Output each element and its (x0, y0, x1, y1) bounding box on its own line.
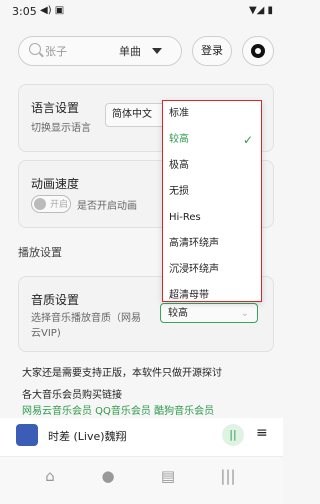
notice-line-2: 各大音乐会员购买链接 (22, 390, 122, 401)
notice-line-1: 大家还是需要支持正版，本软件只做开源探讨 (22, 368, 222, 379)
pause-icon[interactable]: || (222, 424, 244, 446)
search-icon[interactable]: ● (92, 467, 124, 485)
status-bar: 3:05 ◀) ▣ ▼◢ ▮ (0, 0, 283, 24)
dropdown-option-label: 较高 (169, 134, 189, 145)
quality-subtitle-1: 选择音乐播放音质（网易 (31, 313, 141, 324)
chart-icon[interactable]: ||| (212, 467, 244, 485)
check-icon: ✓ (242, 133, 253, 147)
animation-toggle[interactable]: 开启 (31, 195, 71, 213)
dropdown-option[interactable]: Hi-Res (163, 205, 261, 231)
quality-dropdown: 标准 较高 ✓ 极高 无损 Hi-Res 高清环绕声 沉浸环绕声 超清母带 (162, 100, 262, 302)
search-type-select[interactable]: 单曲 (119, 43, 141, 59)
login-button[interactable]: 登录 (192, 36, 232, 66)
section-title-playback: 播放设置 (18, 246, 62, 259)
membership-links[interactable]: 网易云音乐会员 QQ音乐会员 酷狗音乐会员 (22, 402, 214, 417)
dropdown-option[interactable]: 无损 (163, 179, 261, 205)
song-title: 时差 (Live)魏翔 (48, 430, 127, 443)
quality-title: 音质设置 (31, 293, 80, 307)
animation-title: 动画速度 (31, 177, 80, 191)
quality-select-value: 较高 (168, 308, 188, 319)
home-icon[interactable]: ⌂ (34, 467, 66, 485)
status-right-icons: ▼◢ ▮ (248, 5, 273, 16)
search-box[interactable]: 张子 单曲 (18, 36, 182, 66)
album-cover (16, 424, 38, 446)
dropdown-option-selected[interactable]: 较高 ✓ (163, 127, 261, 153)
search-input[interactable]: 张子 (45, 43, 67, 59)
search-icon (29, 43, 41, 55)
language-title: 语言设置 (31, 101, 80, 115)
chevron-down-icon: ⌄ (240, 308, 249, 319)
mini-player[interactable]: 时差 (Live)魏翔 || ≡ (0, 418, 283, 456)
toggle-text: 开启 (50, 200, 69, 210)
dropdown-option[interactable]: 极高 (163, 153, 261, 179)
dropdown-option[interactable]: 沉浸环绕声 (163, 257, 261, 283)
dropdown-option[interactable]: 超清母带 (163, 283, 261, 301)
dropdown-option[interactable]: 标准 (163, 101, 261, 127)
quality-subtitle-2: 云VIP) (31, 328, 61, 339)
status-time: 3:05 (12, 5, 37, 18)
dropdown-option[interactable]: 高清环绕声 (163, 231, 261, 257)
animation-subtitle: 是否开启动画 (77, 201, 137, 212)
quality-select[interactable]: 较高 ⌄ (160, 303, 258, 323)
chevron-down-icon (152, 48, 162, 54)
list-icon[interactable]: ▤ (152, 467, 184, 485)
status-left-icons: ◀) ▣ (40, 5, 65, 16)
github-icon (251, 44, 265, 58)
language-subtitle: 切换显示语言 (31, 123, 91, 134)
bottom-nav: ⌂ ● ▤ ||| (0, 456, 283, 504)
github-button[interactable] (242, 36, 274, 66)
toggle-knob (34, 198, 46, 210)
queue-icon[interactable]: ≡ (256, 425, 268, 441)
